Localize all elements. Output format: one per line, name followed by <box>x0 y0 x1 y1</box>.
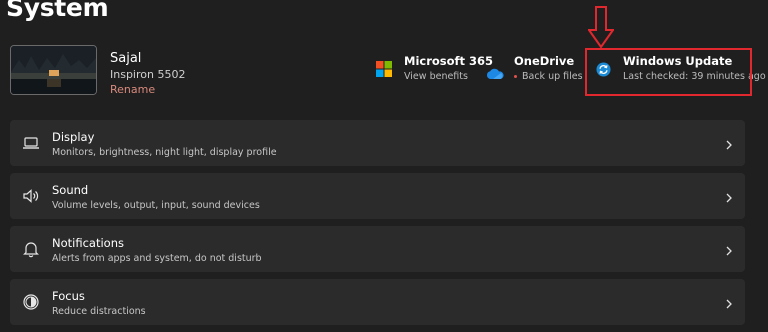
highlight-box <box>585 48 752 96</box>
row-title: Notifications <box>52 236 124 250</box>
microsoft-365-title: Microsoft 365 <box>404 54 494 68</box>
row-title: Sound <box>52 183 89 197</box>
status-dot <box>514 75 517 78</box>
chevron-right-icon <box>725 242 733 261</box>
microsoft-365-tile[interactable]: Microsoft 365 View benefits <box>404 54 493 82</box>
row-title: Display <box>52 130 95 144</box>
microsoft-365-subtitle: View benefits <box>404 71 468 82</box>
page-title: System <box>6 0 109 22</box>
chevron-right-icon <box>725 189 733 208</box>
settings-row-notifications[interactable]: Notifications Alerts from apps and syste… <box>10 226 745 272</box>
laptop-icon <box>22 134 40 152</box>
onedrive-tile[interactable]: OneDrive Back up files <box>514 54 583 82</box>
row-subtitle: Alerts from apps and system, do not dist… <box>52 253 262 264</box>
device-name: Sajal <box>110 51 142 66</box>
row-title: Focus <box>52 289 85 303</box>
settings-row-display[interactable]: Display Monitors, brightness, night ligh… <box>10 120 745 166</box>
row-subtitle: Reduce distractions <box>52 306 146 317</box>
focus-icon <box>22 293 40 311</box>
onedrive-subtitle-wrap: Back up files <box>514 71 583 82</box>
bell-icon <box>22 240 40 258</box>
onedrive-title: OneDrive <box>514 54 575 68</box>
row-subtitle: Volume levels, output, input, sound devi… <box>52 200 260 211</box>
device-wallpaper-thumbnail <box>10 45 97 95</box>
settings-row-focus[interactable]: Focus Reduce distractions <box>10 279 745 325</box>
rename-link[interactable]: Rename <box>110 83 155 96</box>
device-model: Inspiron 5502 <box>110 68 186 81</box>
microsoft-logo-icon <box>376 61 392 77</box>
down-arrow-icon <box>587 6 615 52</box>
speaker-icon <box>22 187 40 205</box>
row-subtitle: Monitors, brightness, night light, displ… <box>52 147 277 158</box>
onedrive-subtitle: Back up files <box>522 71 583 82</box>
onedrive-cloud-icon <box>486 64 504 83</box>
settings-row-sound[interactable]: Sound Volume levels, output, input, soun… <box>10 173 745 219</box>
chevron-right-icon <box>725 295 733 314</box>
chevron-right-icon <box>725 136 733 155</box>
